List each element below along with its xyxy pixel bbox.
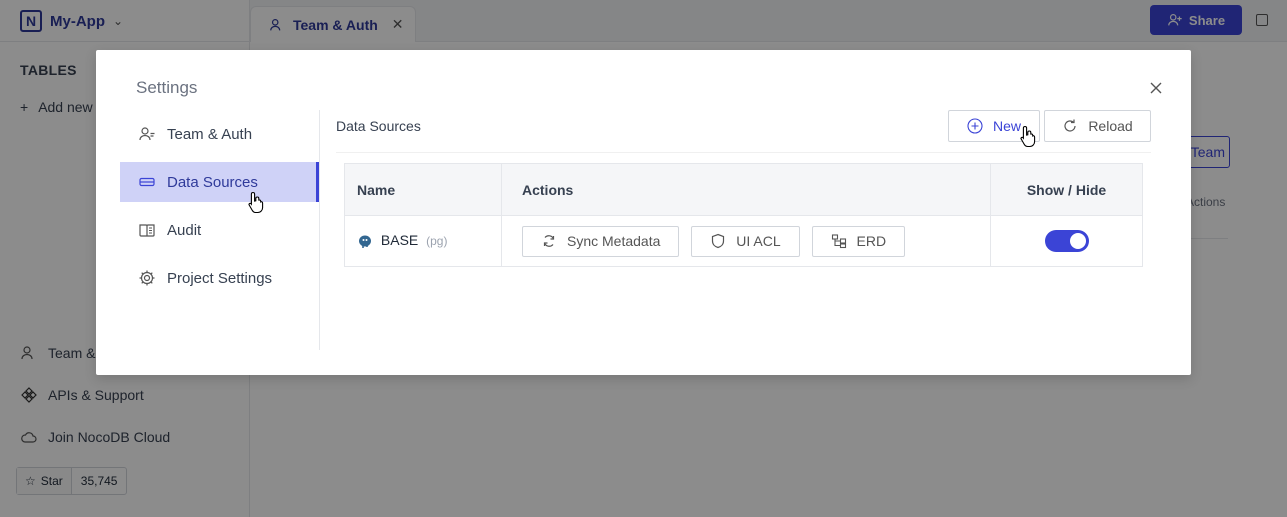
source-name: BASE — [380, 232, 419, 249]
settings-menu: Team & Auth Data Sources Audit Project S… — [120, 110, 320, 350]
data-sources-table: Name Actions Show / Hide BASE (pg) Sync … — [344, 163, 1143, 267]
menu-item-label: Project Settings — [167, 269, 273, 287]
column-header-actions: Actions — [501, 163, 991, 216]
menu-item-data-sources[interactable]: Data Sources — [120, 162, 319, 202]
action-label: UI ACL — [736, 233, 781, 249]
reload-icon — [1064, 119, 1076, 132]
show-hide-toggle[interactable] — [1044, 230, 1089, 252]
shield-icon — [712, 233, 725, 249]
source-actions-cell: Sync Metadata UI ACL ERD — [501, 215, 991, 267]
database-icon — [139, 177, 155, 187]
source-type: (pg) — [426, 234, 448, 249]
plus-circle-icon — [967, 118, 983, 134]
action-label: ERD — [856, 233, 887, 249]
menu-item-team-auth[interactable]: Team & Auth — [120, 114, 319, 154]
source-name-cell: BASE (pg) — [344, 215, 502, 267]
table-row: BASE (pg) Sync Metadata UI ACL ERD — [344, 215, 1143, 267]
close-icon[interactable] — [1148, 80, 1164, 96]
hand-cursor-icon — [248, 191, 264, 214]
divider — [336, 152, 1151, 153]
gear-icon — [139, 270, 155, 286]
modal-title: Settings — [136, 78, 198, 97]
book-icon — [139, 224, 155, 237]
column-header-name: Name — [344, 163, 502, 216]
erd-button[interactable]: ERD — [811, 225, 906, 257]
ui-acl-button[interactable]: UI ACL — [691, 225, 800, 257]
reload-button[interactable]: Reload — [1044, 110, 1151, 142]
menu-item-project-settings[interactable]: Project Settings — [120, 258, 319, 298]
sync-icon — [543, 235, 555, 247]
action-label: Sync Metadata — [567, 233, 661, 249]
hand-cursor-icon — [1020, 125, 1036, 148]
column-header-show-hide: Show / Hide — [990, 163, 1143, 216]
erd-icon — [831, 234, 846, 249]
reload-label: Reload — [1088, 118, 1133, 134]
show-hide-cell — [990, 215, 1143, 267]
menu-item-label: Data Sources — [167, 173, 258, 191]
menu-item-label: Audit — [167, 221, 202, 239]
table-header-row: Name Actions Show / Hide — [344, 163, 1143, 216]
new-label: New — [992, 118, 1021, 134]
menu-item-label: Team & Auth — [167, 125, 253, 143]
panel-title: Data Sources — [336, 118, 421, 134]
sync-metadata-button[interactable]: Sync Metadata — [522, 225, 680, 257]
menu-item-audit[interactable]: Audit — [120, 210, 319, 250]
postgres-icon — [359, 235, 371, 248]
users-icon — [139, 127, 155, 141]
